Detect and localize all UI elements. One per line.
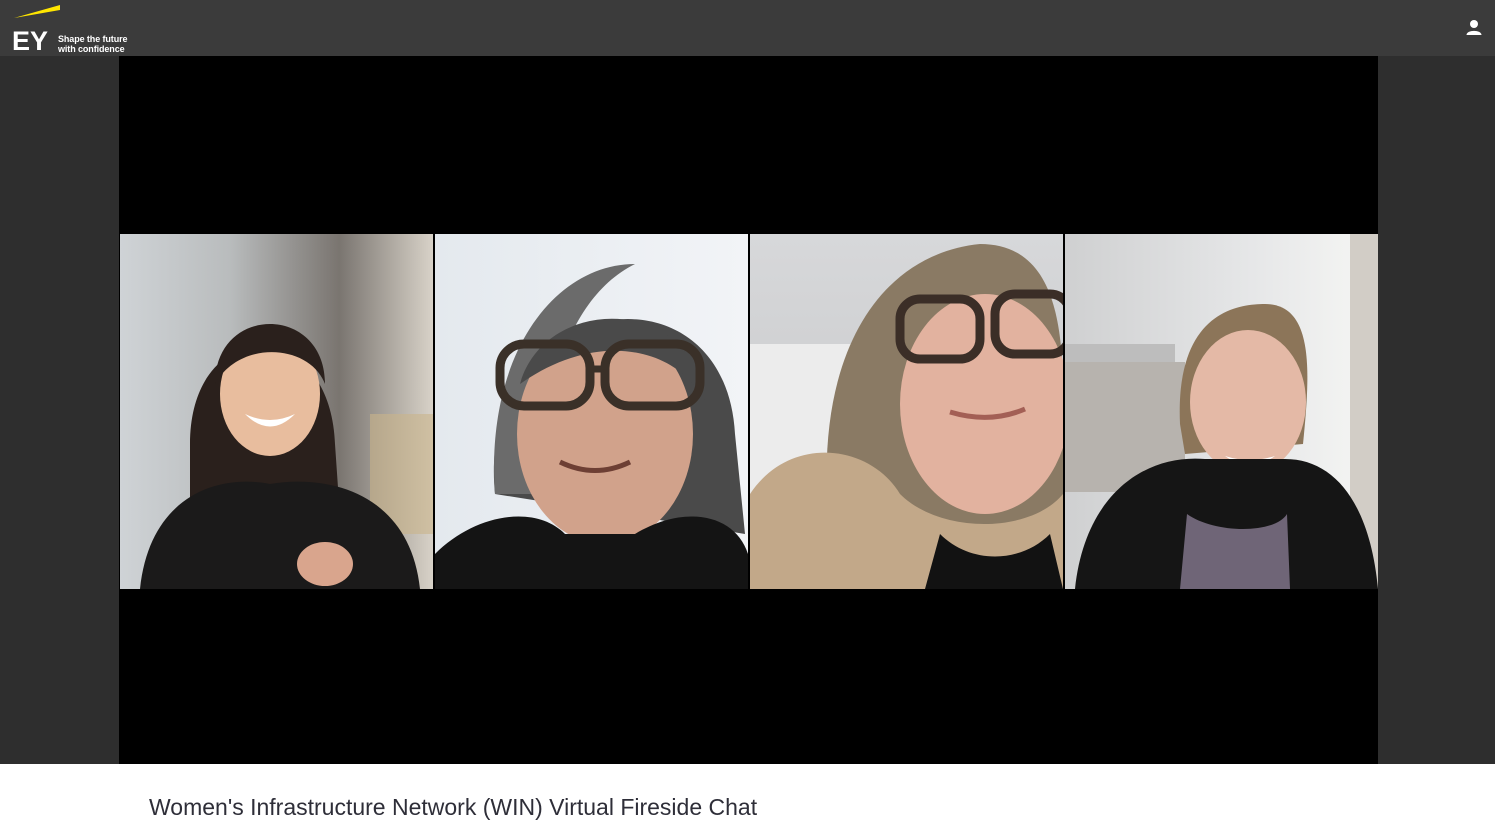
video-stage xyxy=(0,56,1495,764)
participant-grid xyxy=(120,234,1378,589)
participant-tile-2 xyxy=(435,234,748,589)
participant-tile-1 xyxy=(120,234,433,589)
participant-4-video xyxy=(1065,234,1378,589)
user-icon xyxy=(1466,20,1482,35)
ey-logo-mark: EY xyxy=(12,5,60,52)
page-title: Women's Infrastructure Network (WIN) Vir… xyxy=(149,794,758,820)
participant-tile-4 xyxy=(1065,234,1378,589)
logo-tagline: Shape the future with confidence xyxy=(58,34,128,54)
tagline-line1: Shape the future xyxy=(58,34,128,44)
page-content: Women's Infrastructure Network (WIN) Vir… xyxy=(0,764,1495,827)
tagline-line2: with confidence xyxy=(58,44,125,54)
top-bar: EY Shape the future with confidence xyxy=(0,0,1495,56)
user-account-button[interactable] xyxy=(1463,17,1485,39)
participant-1-video xyxy=(120,234,433,589)
participant-2-video xyxy=(435,234,748,589)
brand-text: EY xyxy=(12,26,48,52)
participant-3-video xyxy=(750,234,1063,589)
ey-logo[interactable]: EY Shape the future with confidence xyxy=(12,4,137,54)
participant-tile-3 xyxy=(750,234,1063,589)
video-player[interactable] xyxy=(119,56,1378,764)
